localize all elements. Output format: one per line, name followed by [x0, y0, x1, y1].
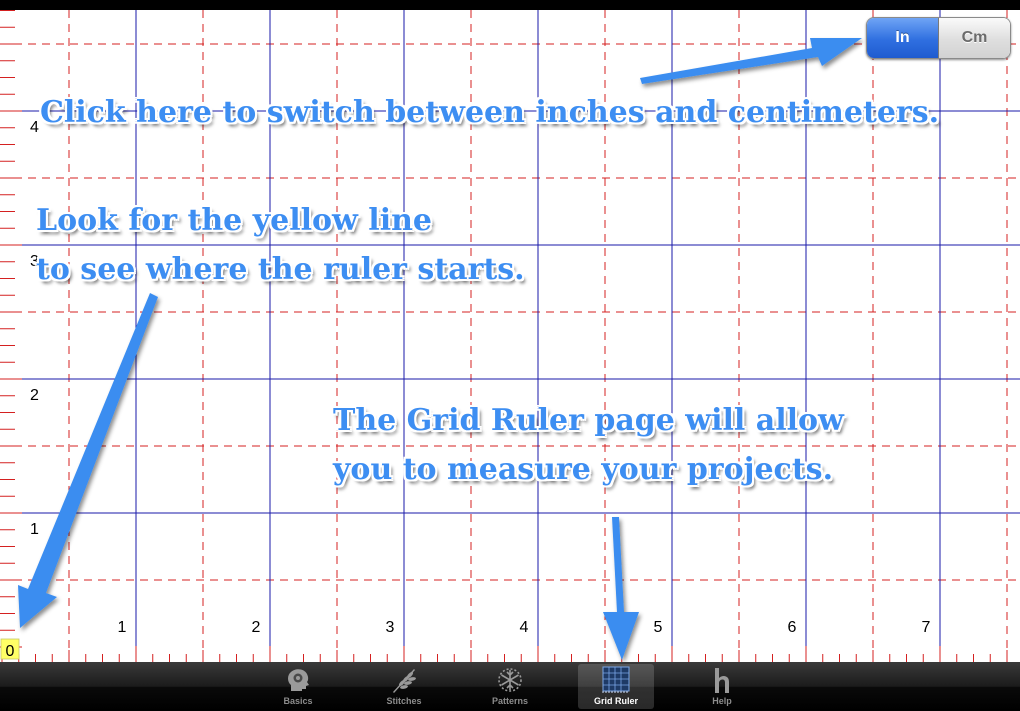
tab-help-label: Help: [712, 696, 732, 706]
origin-label: 0: [6, 643, 15, 660]
tab-basics[interactable]: Basics: [260, 664, 336, 709]
ruler-x-label: 7: [922, 619, 931, 636]
tab-patterns-label: Patterns: [491, 696, 528, 706]
tab-basics-label: Basics: [283, 696, 313, 706]
tab-grid-ruler[interactable]: Grid Ruler: [578, 664, 654, 709]
inches-segment[interactable]: In: [867, 18, 939, 58]
callout-yellow-line-1: Look for the yellow line: [36, 203, 432, 238]
callout-units: Click here to switch between inches and …: [40, 88, 939, 137]
ruler-x-label: 4: [520, 619, 529, 636]
tab-bar: Basics Stitches Patterns Grid Ruler Help: [0, 662, 1020, 711]
tab-grid-ruler-label: Grid Ruler: [593, 696, 638, 706]
callout-grid-ruler-line-1: The Grid Ruler page will allow: [333, 403, 844, 438]
callout-grid-ruler: The Grid Ruler page will allow you to me…: [333, 396, 844, 494]
ruler-x-label: 3: [386, 619, 395, 636]
ruler-y-label: 2: [30, 387, 39, 404]
wheat-icon: [388, 665, 420, 695]
ruler-y-label: 1: [30, 521, 39, 538]
callout-units-line: Click here to switch between inches and …: [40, 95, 940, 130]
help-h-icon: [706, 665, 738, 695]
callout-grid-ruler-line-2: you to measure your projects.: [333, 452, 834, 487]
ruler-y-label: 4: [30, 119, 39, 136]
status-bar: [0, 0, 1020, 10]
tab-help[interactable]: Help: [684, 664, 760, 709]
centimeters-segment[interactable]: Cm: [939, 18, 1010, 58]
callout-yellow-line: Look for the yellow line to see where th…: [36, 196, 525, 294]
grid-ruler-icon: [600, 665, 632, 695]
tab-patterns[interactable]: Patterns: [472, 664, 548, 709]
tab-stitches[interactable]: Stitches: [366, 664, 442, 709]
ruler-x-label: 6: [788, 619, 797, 636]
ruler-x-label: 1: [118, 619, 127, 636]
head-icon: [282, 665, 314, 695]
snowflake-icon: [494, 665, 526, 695]
ruler-x-label: 5: [654, 619, 663, 636]
ruler-x-label: 2: [252, 619, 261, 636]
unit-segmented-control[interactable]: In Cm: [866, 17, 1011, 59]
callout-yellow-line-2: to see where the ruler starts.: [36, 252, 525, 287]
tab-stitches-label: Stitches: [386, 696, 422, 706]
